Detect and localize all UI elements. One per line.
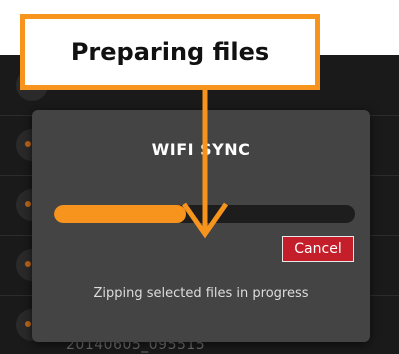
progress-bar (54, 205, 355, 223)
dialog-title: WIFI SYNC (151, 140, 251, 159)
status-text: Zipping selected files in progress (93, 286, 309, 301)
callout-text: Preparing files (70, 38, 270, 66)
progress-bar-fill (54, 205, 187, 223)
wifi-sync-dialog: WIFI SYNC Cancel Zipping selected files … (32, 110, 370, 342)
annotation-callout: Preparing files (20, 14, 320, 90)
cancel-button[interactable]: Cancel (282, 236, 354, 262)
